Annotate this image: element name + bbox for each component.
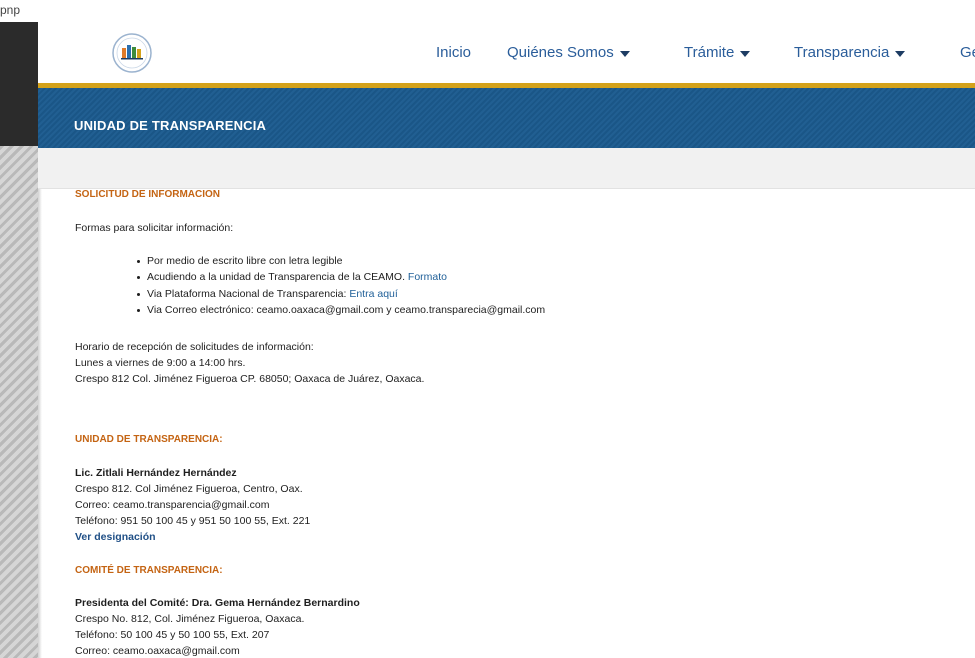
chevron-down-icon <box>895 50 906 57</box>
comite-email: Correo: ceamo.oaxaca@gmail.com <box>75 645 240 657</box>
nav-ge-label: Ge <box>960 44 975 61</box>
list-item-text: Via Plataforma Nacional de Transparencia… <box>147 288 350 300</box>
ver-designacion-link[interactable]: Ver designación <box>75 530 156 544</box>
hours-value: Lunes a viernes de 9:00 a 14:00 hrs. <box>75 357 246 369</box>
url-fragment: pnp <box>0 3 21 17</box>
comite-title: COMITÉ DE TRANSPARENCIA: <box>75 565 223 576</box>
list-item-text: Por medio de escrito libre con letra leg… <box>147 255 343 267</box>
nav-inicio-label: Inicio <box>436 44 472 61</box>
office-address: Crespo 812 Col. Jiménez Figueroa CP. 680… <box>75 373 425 385</box>
entra-aqui-link[interactable]: Entra aquí <box>349 288 397 300</box>
page-title: UNIDAD DE TRANSPARENCIA <box>74 118 267 133</box>
formato-link[interactable]: Formato <box>408 271 447 283</box>
nav-tramite[interactable]: Trámite <box>684 44 751 61</box>
list-item: Via Correo electrónico: ceamo.oaxaca@gma… <box>136 303 546 317</box>
nav-transparencia[interactable]: Transparencia <box>794 44 906 61</box>
nav-quienes-somos[interactable]: Quiénes Somos <box>507 44 630 61</box>
browser-top-strip: pnp <box>0 0 975 23</box>
unidad-phone: Teléfono: 951 50 100 45 y 951 50 100 55,… <box>75 515 311 527</box>
nav-quienes-somos-label: Quiénes Somos <box>507 44 614 61</box>
list-item: Acudiendo a la unidad de Transparencia d… <box>136 270 447 284</box>
list-item: Via Plataforma Nacional de Transparencia… <box>137 287 398 301</box>
left-gutter-pattern <box>0 146 38 658</box>
solicitud-intro: Formas para solicitar información: <box>75 222 234 234</box>
unidad-email: Correo: ceamo.transparencia@gmail.com <box>75 499 270 511</box>
sub-band <box>38 148 975 189</box>
chevron-down-icon <box>740 50 751 57</box>
site-header: Inicio Quiénes Somos Trámite Transparenc… <box>38 22 975 84</box>
comite-phone: Teléfono: 50 100 45 y 50 100 55, Ext. 20… <box>75 629 270 641</box>
chevron-down-icon <box>619 50 630 57</box>
gutter-shadow <box>38 146 42 658</box>
page-banner: UNIDAD DE TRANSPARENCIA <box>38 88 975 148</box>
ceamo-logo[interactable] <box>110 33 154 73</box>
list-item-text: Acudiendo a la unidad de Transparencia d… <box>147 271 408 283</box>
unidad-address: Crespo 812. Col Jiménez Figueroa, Centro… <box>75 483 303 495</box>
list-item-text: Via Correo electrónico: ceamo.oaxaca@gma… <box>147 304 546 316</box>
unidad-name: Lic. Zitlali Hernández Hernández <box>75 467 237 479</box>
comite-president: Presidenta del Comité: Dra. Gema Hernánd… <box>75 597 360 609</box>
comite-address: Crespo No. 812, Col. Jiménez Figueroa, O… <box>75 613 305 625</box>
left-gutter-dark <box>0 22 38 146</box>
list-item: Por medio de escrito libre con letra leg… <box>137 254 343 268</box>
nav-inicio[interactable]: Inicio <box>436 44 471 61</box>
hours-label: Horario de recepción de solicitudes de i… <box>75 341 314 353</box>
nav-ge[interactable]: Ge <box>960 44 975 61</box>
solicitud-title: SOLICITUD DE INFORMACION <box>75 189 220 200</box>
nav-transparencia-label: Transparencia <box>794 44 890 61</box>
unidad-title: UNIDAD DE TRANSPARENCIA: <box>75 434 223 445</box>
nav-tramite-label: Trámite <box>684 44 735 61</box>
